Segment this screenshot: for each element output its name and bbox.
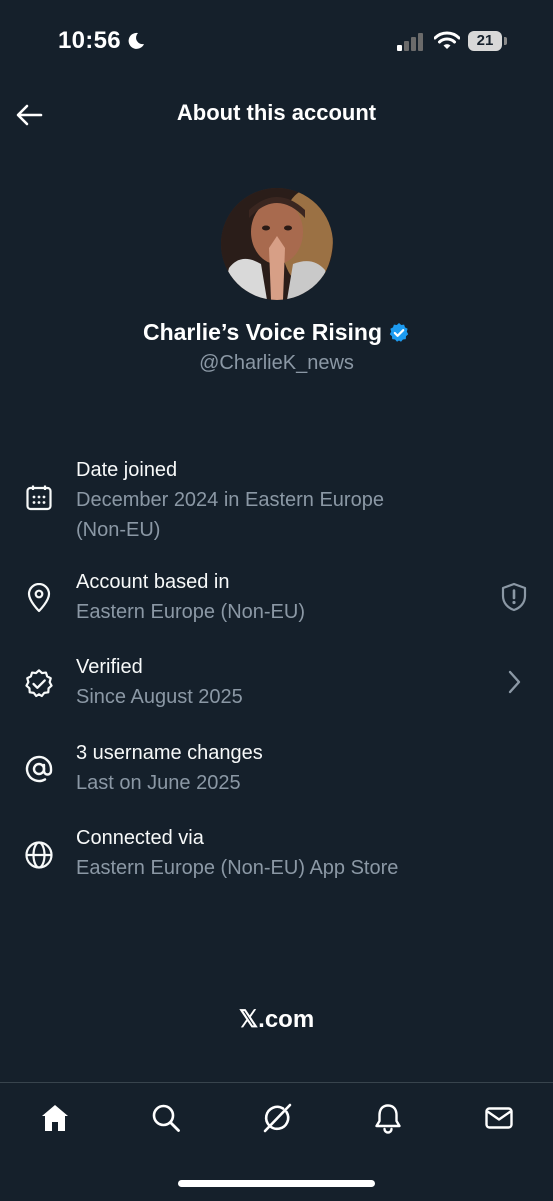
row-title: Account based in	[76, 571, 230, 593]
profile-name-row: Charlie’s Voice Rising	[0, 319, 553, 346]
calendar-icon	[24, 483, 54, 513]
row-title: Verified	[76, 656, 143, 678]
row-subtitle: Since August 2025	[76, 686, 243, 708]
messages-icon	[485, 1107, 513, 1129]
avatar-image	[221, 188, 333, 300]
display-name: Charlie’s Voice Rising	[142, 319, 383, 345]
row-subtitle: Eastern Europe (Non-EU) App Store	[76, 857, 399, 879]
page-title: About this account	[176, 100, 377, 125]
wifi-icon	[434, 31, 460, 49]
account-based-in-text: Account based in Eastern Europe (Non-EU)	[76, 567, 476, 627]
globe-icon	[24, 840, 54, 870]
cellular-signal-icon	[397, 33, 423, 51]
avatar[interactable]	[221, 188, 333, 300]
home-icon	[42, 1105, 68, 1131]
at-icon	[24, 754, 54, 784]
tab-grok[interactable]	[260, 1101, 294, 1135]
shield-alert-icon[interactable]	[499, 582, 529, 612]
header: About this account	[0, 90, 553, 140]
date-joined-row: Date joined December 2024 in Eastern Eur…	[0, 455, 553, 545]
row-subtitle-cont: (Non-EU)	[76, 519, 161, 541]
username-changes-text: 3 username changes Last on June 2025	[76, 738, 476, 798]
row-subtitle: Eastern Europe (Non-EU)	[76, 601, 305, 623]
row-title: 3 username changes	[76, 742, 263, 764]
username-changes-row: 3 username changes Last on June 2025	[0, 738, 553, 802]
search-icon	[152, 1104, 180, 1132]
chevron-right-icon[interactable]	[499, 667, 529, 697]
connected-via-row: Connected via Eastern Europe (Non-EU) Ap…	[0, 823, 553, 887]
row-subtitle: December 2024 in Eastern Europe	[76, 489, 384, 511]
location-pin-icon	[24, 583, 54, 613]
home-indicator	[178, 1180, 375, 1187]
status-time: 10:56	[58, 27, 121, 54]
battery-nub	[504, 37, 507, 45]
tab-search[interactable]	[149, 1101, 183, 1135]
tab-notifications[interactable]	[371, 1101, 405, 1135]
verified-text: Verified Since August 2025	[76, 652, 476, 712]
verified-outline-icon	[24, 669, 54, 699]
row-title: Connected via	[76, 827, 204, 849]
grok-icon	[263, 1103, 292, 1133]
connected-via-text: Connected via Eastern Europe (Non-EU) Ap…	[76, 823, 476, 883]
row-title: Date joined	[76, 459, 178, 481]
account-based-in-row: Account based in Eastern Europe (Non-EU)	[0, 567, 553, 631]
tab-home[interactable]	[38, 1101, 72, 1135]
status-bar: 10:56 21	[0, 0, 553, 80]
notifications-icon	[375, 1104, 401, 1134]
moon-icon	[128, 32, 144, 49]
battery-indicator: 21	[468, 31, 502, 51]
x-com-link[interactable]: 𝕏.com	[0, 1005, 553, 1034]
verified-row[interactable]: Verified Since August 2025	[0, 652, 553, 716]
username-handle: @CharlieK_news	[199, 352, 354, 374]
row-subtitle: Last on June 2025	[76, 772, 241, 794]
tab-messages[interactable]	[482, 1101, 516, 1135]
verified-badge-icon	[389, 322, 409, 342]
date-joined-text: Date joined December 2024 in Eastern Eur…	[76, 455, 476, 545]
